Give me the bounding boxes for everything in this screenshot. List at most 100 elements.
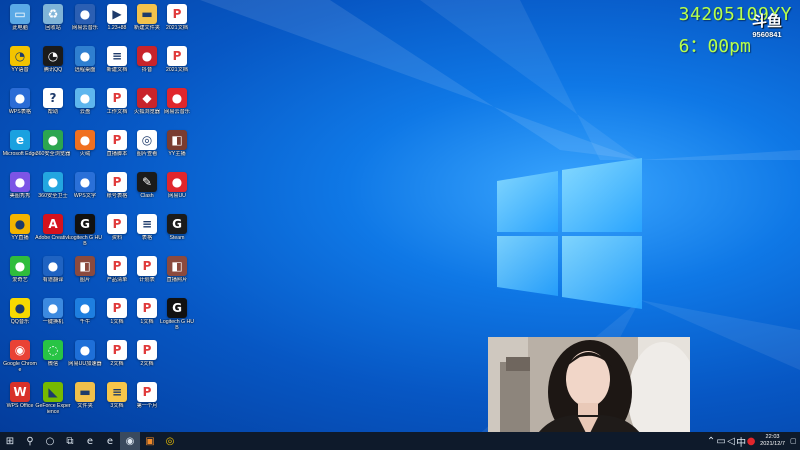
yy-icon: ◔ bbox=[10, 46, 30, 66]
netease-music-icon: ● bbox=[167, 88, 187, 108]
start-button[interactable]: ⊞ bbox=[0, 432, 20, 450]
desktop-shortcut-label: Logitech G HUB bbox=[159, 319, 195, 331]
desktop-shortcut-label: 第一个月 bbox=[136, 403, 158, 409]
volume-icon[interactable]: ◁ bbox=[726, 432, 736, 450]
viewer-icon: ◎ bbox=[137, 130, 157, 150]
document-icon: ≡ bbox=[137, 214, 157, 234]
folder-icon: ▬ bbox=[137, 4, 157, 24]
app-taskbar-icon[interactable]: ▣ bbox=[140, 432, 160, 450]
pen-icon: ✎ bbox=[137, 172, 157, 192]
qq-icon: ◔ bbox=[43, 46, 63, 66]
photo-icon: ◧ bbox=[167, 256, 187, 276]
desktop-shortcut[interactable]: ● 网易云音乐 bbox=[158, 86, 196, 126]
ime-icon[interactable]: 中 bbox=[736, 432, 746, 450]
huorong-icon: ● bbox=[75, 130, 95, 150]
migrate-icon: ● bbox=[43, 298, 63, 318]
desktop-shortcut[interactable]: P 2021文档 bbox=[158, 44, 196, 84]
remote-desktop-icon: ● bbox=[75, 46, 95, 66]
pdf-icon: P bbox=[107, 130, 127, 150]
desktop-shortcut[interactable]: G Logitech G HUB bbox=[158, 296, 196, 336]
logitech-icon: G bbox=[75, 214, 95, 234]
desktop-shortcut[interactable]: ◧ 直播照片 bbox=[158, 254, 196, 294]
task-view-icon[interactable]: ⧉ bbox=[60, 432, 80, 450]
pdf-icon: P bbox=[107, 298, 127, 318]
clock-time: 22:03 bbox=[765, 434, 780, 440]
wechat-icon: ◌ bbox=[43, 340, 63, 360]
douyin-icon: ● bbox=[137, 46, 157, 66]
uu-icon: ● bbox=[75, 340, 95, 360]
network-icon[interactable]: ▭ bbox=[716, 432, 726, 450]
obs-taskbar-icon[interactable]: ◉ bbox=[120, 432, 140, 450]
spreadsheet-icon: ● bbox=[10, 88, 30, 108]
avatar-icon: ◧ bbox=[167, 130, 187, 150]
yy-live-icon: ● bbox=[10, 214, 30, 234]
desktop-shortcut-label: 2文档 bbox=[140, 361, 154, 367]
desktop-shortcut[interactable]: G Steam bbox=[158, 212, 196, 252]
desktop-icon-grid: ▭ 此电脑 ◔ YY语音 ● WPS表格 e Microsoft Edge ● 美图秀秀 ● YY直播… bbox=[0, 0, 200, 432]
pdf-icon: P bbox=[137, 298, 157, 318]
browser-360-icon: ● bbox=[43, 130, 63, 150]
document-icon: ≡ bbox=[107, 46, 127, 66]
desktop-shortcut-label: 2021文档 bbox=[166, 25, 188, 31]
cloud-drive-icon: ● bbox=[75, 88, 95, 108]
meitu-icon: ● bbox=[10, 172, 30, 192]
tray-app-icon[interactable]: ● bbox=[746, 432, 756, 450]
iqiyi-icon: ● bbox=[10, 256, 30, 276]
wps-icon: W bbox=[10, 382, 30, 402]
pdf-icon: P bbox=[107, 172, 127, 192]
cortana-icon[interactable]: ○ bbox=[40, 432, 60, 450]
security-360-icon: ● bbox=[43, 172, 63, 192]
qianniu-icon: ● bbox=[75, 298, 95, 318]
browser-360-taskbar-icon[interactable]: e bbox=[100, 432, 120, 450]
pdf-icon: P bbox=[107, 340, 127, 360]
clock-date: 2021/12/7 bbox=[760, 441, 785, 447]
desktop-shortcut-label: YY主播 bbox=[168, 151, 186, 157]
desktop-shortcut-label: 网易云音乐 bbox=[164, 109, 190, 115]
netease-uu-icon: ● bbox=[167, 172, 187, 192]
qq-music-icon: ● bbox=[10, 298, 30, 318]
desktop-shortcut[interactable]: P 2021文档 bbox=[158, 2, 196, 42]
pdf-icon: P bbox=[167, 4, 187, 24]
badge-number: 9560841 bbox=[752, 30, 782, 39]
nvidia-icon: ◣ bbox=[43, 382, 63, 402]
photo-icon: ◧ bbox=[75, 256, 95, 276]
pdf-icon: P bbox=[107, 256, 127, 276]
desktop-shortcut[interactable]: ◧ YY主播 bbox=[158, 128, 196, 168]
chrome-icon: ◉ bbox=[10, 340, 30, 360]
yy-taskbar-icon[interactable]: ◎ bbox=[160, 432, 180, 450]
desktop-shortcut-label: Steam bbox=[169, 235, 185, 241]
folder-icon: ▬ bbox=[75, 382, 95, 402]
edge-icon: e bbox=[10, 130, 30, 150]
pdf-icon: P bbox=[137, 256, 157, 276]
desktop-shortcut[interactable]: P 2文档 bbox=[128, 338, 166, 378]
pdf-icon: P bbox=[137, 382, 157, 402]
edge-taskbar-icon[interactable]: e bbox=[80, 432, 100, 450]
notification-icon[interactable]: ▢ bbox=[790, 437, 800, 445]
recycle-bin-icon: ♻ bbox=[43, 4, 63, 24]
clock[interactable]: 22:03 2021/12/7 bbox=[756, 434, 790, 448]
system-tray: ⌃ ▭ ◁ 中 ● 22:03 2021/12/7 ▢ bbox=[706, 432, 800, 450]
pdf-icon: P bbox=[107, 88, 127, 108]
desktop-shortcut-label: 直播照片 bbox=[166, 277, 188, 283]
douyu-badge: 斗鱼 9560841 bbox=[744, 12, 790, 40]
search-icon[interactable]: ⚲ bbox=[20, 432, 40, 450]
help-icon: ? bbox=[43, 88, 63, 108]
pdf-icon: P bbox=[107, 214, 127, 234]
media-icon: ▶ bbox=[107, 4, 127, 24]
game-icon: ◆ bbox=[137, 88, 157, 108]
computer-icon: ▭ bbox=[10, 4, 30, 24]
g-icon: G bbox=[167, 214, 187, 234]
adobe-icon: A bbox=[43, 214, 63, 234]
logitech-icon: G bbox=[167, 298, 187, 318]
desktop-shortcut[interactable]: ● 网易UU bbox=[158, 170, 196, 210]
document-icon: ≡ bbox=[107, 382, 127, 402]
desktop-shortcut[interactable]: P 第一个月 bbox=[128, 380, 166, 420]
badge-title: 斗鱼 bbox=[751, 12, 782, 30]
tray-chevron-icon[interactable]: ⌃ bbox=[706, 432, 716, 450]
wps-writer-icon: ● bbox=[75, 172, 95, 192]
pdf-icon: P bbox=[167, 46, 187, 66]
desktop-shortcut-label: 网易UU bbox=[168, 193, 186, 199]
translate-icon: ● bbox=[43, 256, 63, 276]
pdf-icon: P bbox=[137, 340, 157, 360]
clock-app-icon: ● bbox=[75, 4, 95, 24]
